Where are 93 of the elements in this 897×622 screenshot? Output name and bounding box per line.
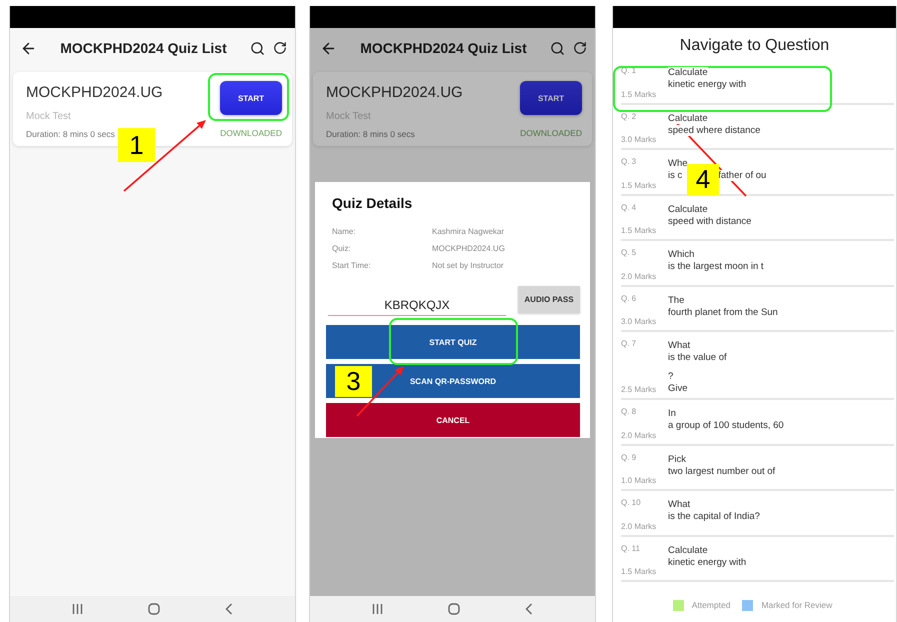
search-icon[interactable] bbox=[550, 40, 565, 56]
quiz-title: MOCKPHD2024.UG bbox=[326, 84, 463, 101]
question-text: ? bbox=[668, 371, 674, 382]
download-status: DOWNLOADED bbox=[220, 128, 282, 138]
question-text: father of ou bbox=[718, 170, 766, 181]
recent-apps-icon[interactable] bbox=[372, 604, 384, 614]
question-row[interactable]: Q. 6 3.0 Marks The fourth planet from the Sun bbox=[621, 286, 894, 332]
question-text: What bbox=[668, 499, 690, 510]
refresh-icon[interactable] bbox=[273, 41, 287, 55]
question-text: Give bbox=[668, 383, 688, 394]
question-text: speed with distance bbox=[668, 216, 752, 226]
question-text: a group of 100 students, 60 bbox=[668, 420, 784, 431]
dialog-button[interactable]: CANCEL bbox=[326, 403, 580, 437]
detail-label: Name: bbox=[332, 227, 357, 236]
quiz-title: MOCKPHD2024.UG bbox=[26, 84, 163, 101]
detail-value: Not set by Instructor bbox=[432, 261, 505, 270]
question-number: Q. 9 bbox=[621, 452, 638, 462]
home-icon[interactable] bbox=[148, 603, 160, 615]
legend-label: Marked for Review bbox=[761, 600, 832, 610]
question-text: Whe bbox=[668, 158, 688, 169]
question-number: Q. 10 bbox=[621, 498, 642, 507]
home-icon[interactable] bbox=[448, 603, 460, 615]
question-text: In bbox=[668, 408, 676, 419]
question-number: Q. 6 bbox=[621, 294, 638, 302]
question-row[interactable]: Q. 7 2.5 Marks What is the value of ? Give bbox=[621, 332, 894, 400]
detail-value: MOCKPHD2024.UG bbox=[432, 244, 506, 253]
start-button[interactable]: START bbox=[520, 81, 582, 115]
question-text: two largest number out of bbox=[668, 466, 776, 476]
step-number-label: 1 bbox=[118, 128, 155, 162]
legend-label: Attempted bbox=[692, 600, 730, 610]
question-text: Calculate bbox=[668, 544, 708, 556]
question-row[interactable]: Q. 8 2.0 Marks In a group of 100 students, 60 bbox=[621, 400, 894, 446]
question-marks: 2.0 Marks bbox=[621, 522, 658, 530]
question-number: Q. 11 bbox=[621, 544, 641, 552]
question-row[interactable]: Q. 11 1.5 Marks Calculate kinetic energy with bbox=[621, 536, 894, 582]
audio-pass-button[interactable]: AUDIO PASS bbox=[518, 286, 580, 312]
question-row[interactable]: Q. 2 3.0 Marks Calculate speed where distance bbox=[621, 104, 894, 150]
question-number: Q. 8 bbox=[621, 407, 638, 416]
step-number-label: 4 bbox=[687, 164, 719, 195]
question-text: Calculate bbox=[668, 112, 708, 124]
detail-label: Start Time: bbox=[332, 261, 372, 270]
question-marks: 1.0 Marks bbox=[621, 476, 658, 485]
dialog-title: Quiz Details bbox=[332, 195, 414, 211]
question-row[interactable]: Q. 10 2.0 Marks What is the capital of India? bbox=[621, 491, 894, 536]
question-text: The bbox=[668, 294, 684, 306]
question-row[interactable]: Q. 4 1.5 Marks Calculate speed with distance bbox=[621, 196, 894, 241]
back-icon[interactable] bbox=[524, 603, 533, 615]
quiz-subtitle: Mock Test bbox=[26, 111, 71, 122]
question-marks: 1.5 Marks bbox=[621, 226, 658, 235]
start-button[interactable]: START bbox=[220, 81, 282, 115]
question-text: kinetic energy with bbox=[668, 556, 746, 568]
question-marks: 1.5 Marks bbox=[621, 90, 658, 98]
question-text: Which bbox=[668, 249, 694, 260]
password-field[interactable]: KBRQKQJX bbox=[328, 296, 506, 316]
question-text: Calculate bbox=[668, 204, 708, 214]
question-number: Q. 4 bbox=[621, 202, 638, 212]
refresh-icon[interactable] bbox=[573, 41, 587, 55]
step-number-label: 3 bbox=[335, 366, 372, 397]
quiz-duration: Duration: 8 mins 0 secs bbox=[326, 129, 415, 139]
back-icon[interactable] bbox=[224, 603, 233, 615]
question-number: Q. 7 bbox=[621, 339, 638, 348]
question-marks: 3.0 Marks bbox=[621, 135, 658, 144]
screen-title: Navigate to Question bbox=[678, 37, 830, 55]
question-text: speed where distance bbox=[668, 124, 760, 136]
quiz-duration: Duration: 8 mins 0 secs bbox=[26, 129, 115, 139]
search-icon[interactable] bbox=[250, 40, 265, 56]
question-text: fourth planet from the Sun bbox=[668, 306, 778, 318]
recent-apps-icon[interactable] bbox=[72, 604, 84, 614]
question-number: Q. 3 bbox=[621, 157, 638, 166]
question-marks: 1.5 Marks bbox=[621, 567, 658, 576]
question-text: Pick bbox=[668, 454, 686, 464]
question-row[interactable]: Q. 9 1.0 Marks Pick two largest number out of bbox=[621, 446, 894, 491]
detail-value: Kashmira Nagwekar bbox=[432, 227, 506, 236]
app-bar-title: MOCKPHD2024 Quiz List bbox=[359, 40, 528, 56]
question-number: Q. 5 bbox=[621, 248, 638, 257]
question-text: is the value of bbox=[668, 352, 727, 363]
download-status: DOWNLOADED bbox=[520, 128, 582, 138]
question-text: is c bbox=[668, 170, 682, 181]
question-text: kinetic energy with bbox=[668, 79, 746, 90]
question-marks: 2.0 Marks bbox=[621, 430, 658, 440]
question-text: is the capital of India? bbox=[668, 511, 760, 522]
question-marks: 1.5 Marks bbox=[621, 180, 658, 190]
question-text: is the largest moon in t bbox=[668, 261, 764, 272]
question-number: Q. 2 bbox=[621, 112, 638, 120]
question-text: What bbox=[668, 340, 690, 351]
question-marks: 2.5 Marks bbox=[621, 385, 658, 394]
question-marks: 2.0 Marks bbox=[621, 272, 658, 280]
app-bar-title: MOCKPHD2024 Quiz List bbox=[59, 40, 228, 56]
question-text: Calculate bbox=[668, 67, 708, 78]
detail-label: Quiz: bbox=[332, 244, 352, 253]
dialog-button[interactable]: START QUIZ bbox=[326, 325, 580, 359]
question-row[interactable]: Q. 5 2.0 Marks Which is the largest moon in t bbox=[621, 241, 894, 286]
question-marks: 3.0 Marks bbox=[621, 317, 658, 326]
